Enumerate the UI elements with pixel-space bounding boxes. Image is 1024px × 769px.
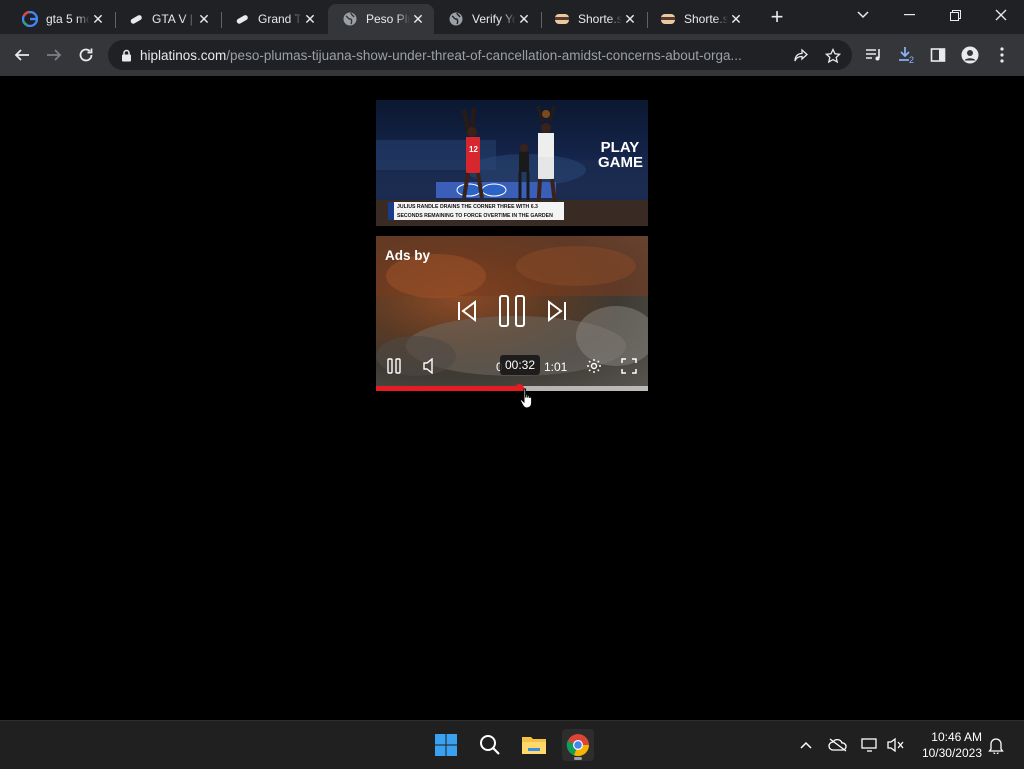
tab-gta-v-mods[interactable]: GTA V | Mods ✕ bbox=[114, 4, 220, 34]
chrome-taskbar-icon[interactable] bbox=[562, 729, 594, 761]
windows-start-icon[interactable] bbox=[430, 729, 462, 761]
bookmark-star-icon[interactable] bbox=[824, 47, 842, 65]
seek-bar[interactable] bbox=[376, 384, 648, 391]
close-tab-icon[interactable]: ✕ bbox=[302, 11, 318, 27]
tab-gta-5-mods[interactable]: gta 5 mods ✕ bbox=[8, 4, 114, 34]
show-hidden-icons-chevron-icon[interactable] bbox=[796, 735, 816, 755]
gamepad-icon bbox=[234, 11, 250, 27]
network-icon[interactable] bbox=[860, 735, 880, 755]
share-icon[interactable] bbox=[792, 47, 810, 65]
volume-icon[interactable] bbox=[421, 357, 437, 375]
skip-previous-icon[interactable] bbox=[456, 298, 478, 324]
tab-title: Verify You bbox=[472, 12, 516, 26]
clock-date: 10/30/2023 bbox=[921, 746, 982, 760]
url-path: /peso-plumas-tijuana-show-under-threat-o… bbox=[226, 47, 742, 63]
downloads-icon[interactable]: 2 bbox=[896, 45, 916, 65]
skip-next-icon[interactable] bbox=[546, 298, 568, 324]
ad-video-player[interactable]: Ads by 0 1:01 00:32 bbox=[376, 236, 648, 391]
play-game-badge[interactable]: PLAY GAME bbox=[598, 139, 643, 192]
close-tab-icon[interactable]: ✕ bbox=[196, 11, 212, 27]
volume-muted-icon[interactable] bbox=[886, 735, 906, 755]
tab-title: GTA V | Mods bbox=[152, 12, 196, 26]
clock-time: 10:46 AM bbox=[931, 730, 982, 744]
play-game-text: PLAY GAME bbox=[598, 139, 643, 171]
tab-shortest-1[interactable]: Shorte.st ✕ bbox=[540, 4, 646, 34]
fullscreen-icon[interactable] bbox=[620, 357, 638, 375]
forward-button[interactable] bbox=[40, 41, 68, 69]
new-tab-button[interactable]: + bbox=[766, 6, 788, 29]
close-tab-icon[interactable]: ✕ bbox=[410, 11, 426, 27]
side-panel-icon[interactable] bbox=[928, 45, 948, 65]
gamepad-icon bbox=[128, 11, 144, 27]
page-content: 12 PLAY GAME JULIUS RANDLE DRAINS THE CO… bbox=[0, 76, 1024, 720]
windows-taskbar: 10:46 AM 10/30/2023 bbox=[0, 720, 1024, 769]
active-app-indicator bbox=[574, 757, 582, 760]
tab-grand-theft-auto[interactable]: Grand Theft Auto ✕ bbox=[220, 4, 326, 34]
tab-title: Peso Plumas bbox=[366, 12, 410, 26]
close-tab-icon[interactable]: ✕ bbox=[90, 11, 106, 27]
close-tab-icon[interactable]: ✕ bbox=[728, 11, 744, 27]
tab-peso-plumas[interactable]: Peso Plumas ✕ bbox=[328, 4, 434, 34]
seek-hover-time-tooltip: 00:32 bbox=[500, 355, 541, 375]
reload-icon bbox=[79, 48, 93, 62]
browser-toolbar: hiplatinos.com/peso-plumas-tijuana-show-… bbox=[0, 34, 1024, 76]
caption-box: JULIUS RANDLE DRAINS THE CORNER THREE WI… bbox=[388, 202, 564, 220]
duration-time: 1:01 bbox=[544, 360, 568, 374]
forward-arrow-icon bbox=[47, 49, 62, 61]
tab-title: Grand Theft Auto bbox=[258, 12, 302, 26]
globe-icon bbox=[448, 11, 464, 27]
tab-title: Shorte.st bbox=[578, 12, 622, 26]
settings-gear-icon[interactable] bbox=[585, 357, 603, 375]
close-tab-icon[interactable]: ✕ bbox=[516, 11, 532, 27]
tab-strip: gta 5 mods ✕ GTA V | Mods ✕ Grand Theft … bbox=[0, 0, 1024, 34]
ads-by-label: Ads by bbox=[385, 248, 431, 263]
tab-shortest-2[interactable]: Shorte.st ✕ bbox=[646, 4, 752, 34]
search-icon[interactable] bbox=[474, 729, 506, 761]
media-controls-icon[interactable] bbox=[864, 45, 884, 65]
shortest-icon bbox=[554, 11, 570, 27]
close-window-icon[interactable] bbox=[978, 0, 1024, 30]
profile-avatar-icon[interactable] bbox=[960, 45, 980, 65]
address-bar[interactable]: hiplatinos.com/peso-plumas-tijuana-show-… bbox=[108, 40, 852, 70]
reload-button[interactable] bbox=[72, 41, 100, 69]
shortest-icon bbox=[660, 11, 676, 27]
restore-icon[interactable] bbox=[932, 0, 978, 30]
minimize-icon[interactable] bbox=[886, 0, 932, 30]
center-pause-icon[interactable] bbox=[498, 294, 526, 328]
tab-title: gta 5 mods bbox=[46, 12, 90, 26]
caption-line-1: JULIUS RANDLE DRAINS THE CORNER THREE WI… bbox=[397, 204, 538, 210]
url-host: hiplatinos.com bbox=[140, 47, 227, 63]
onedrive-offline-icon[interactable] bbox=[828, 735, 848, 755]
tab-title: Shorte.st bbox=[684, 12, 728, 26]
system-clock[interactable]: 10:46 AM 10/30/2023 bbox=[922, 729, 982, 761]
caption-line-2: SECONDS REMAINING TO FORCE OVERTIME IN T… bbox=[397, 213, 553, 219]
file-explorer-icon[interactable] bbox=[518, 729, 550, 761]
ad-video-basketball[interactable]: 12 PLAY GAME JULIUS RANDLE DRAINS THE CO… bbox=[376, 100, 648, 226]
tab-verify-you[interactable]: Verify You ✕ bbox=[434, 4, 540, 34]
svg-text:12: 12 bbox=[469, 145, 478, 154]
downloads-count-badge: 2 bbox=[909, 55, 915, 65]
close-tab-icon[interactable]: ✕ bbox=[622, 11, 638, 27]
seek-bar-played bbox=[376, 386, 519, 391]
back-arrow-icon bbox=[14, 49, 29, 61]
google-icon bbox=[22, 11, 38, 27]
chrome-menu-icon[interactable] bbox=[992, 45, 1012, 65]
globe-icon bbox=[342, 11, 358, 27]
pause-button[interactable] bbox=[386, 357, 402, 375]
hand-cursor-icon bbox=[519, 388, 533, 409]
tab-search-chevron-icon[interactable] bbox=[840, 0, 886, 30]
lock-icon[interactable] bbox=[120, 48, 132, 62]
notifications-bell-icon[interactable] bbox=[986, 735, 1006, 755]
back-button[interactable] bbox=[8, 41, 36, 69]
url-text: hiplatinos.com/peso-plumas-tijuana-show-… bbox=[140, 48, 780, 63]
